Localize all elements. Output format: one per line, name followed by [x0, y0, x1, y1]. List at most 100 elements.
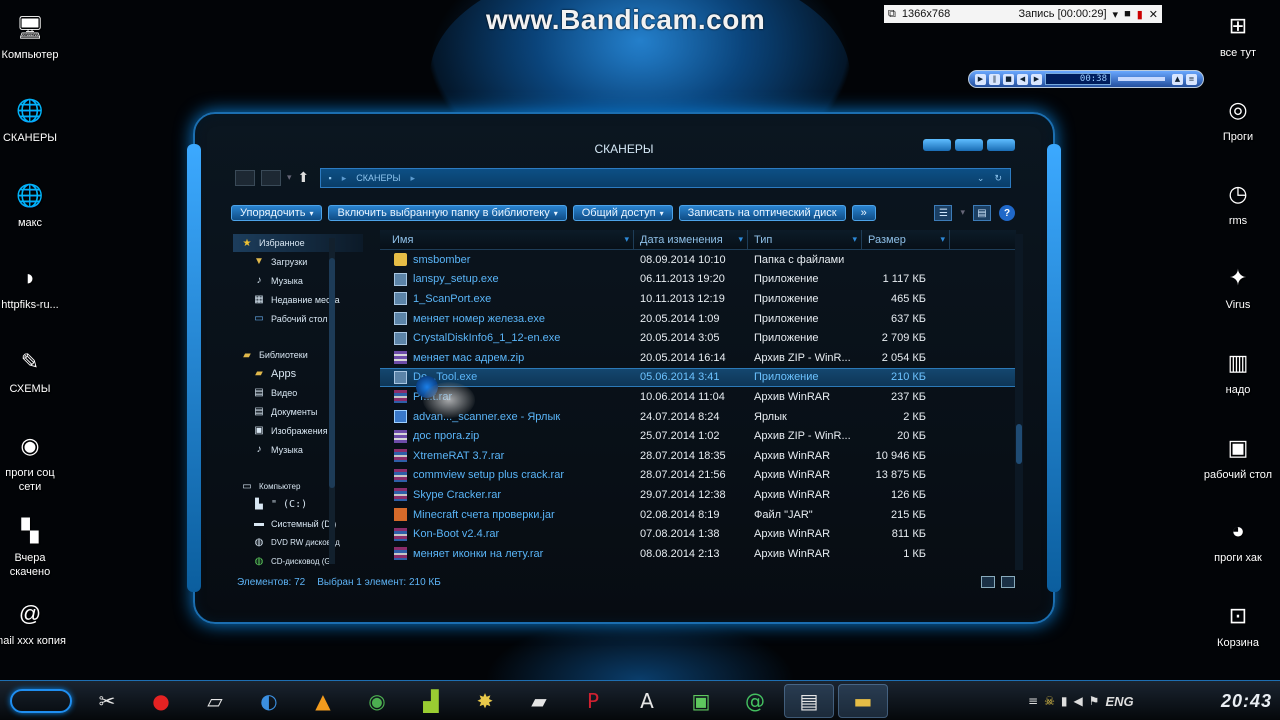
- desktop-icon-downloads[interactable]: ▚ Вчера скачено: [0, 515, 66, 579]
- taskbar-app-notepad[interactable]: ▱: [190, 684, 240, 718]
- burn-button[interactable]: Записать на оптический диск: [678, 205, 846, 221]
- eject-icon[interactable]: ▲: [1172, 73, 1183, 85]
- stop-icon[interactable]: ■: [1003, 73, 1014, 85]
- start-button[interactable]: [10, 689, 72, 713]
- file-row[interactable]: Kon-Boot v2.4.rar 07.08.2014 1:38 Архив Wi…: [380, 524, 1016, 544]
- sidebar-libraries[interactable]: ▰ Библиотеки: [233, 346, 363, 364]
- sidebar-item-drive-d[interactable]: ▬ Системный (D:): [233, 514, 363, 533]
- sidebar-item-pictures[interactable]: ▣ Изображения: [233, 421, 363, 440]
- chevron-down-icon[interactable]: ▾: [624, 234, 629, 245]
- file-row[interactable]: De...Tool.exe 05.06.2014 3:41 Приложение 21…: [380, 367, 1016, 388]
- skull-icon[interactable]: ☠: [1044, 694, 1055, 708]
- sidebar-item-recent[interactable]: ▦ Недавние места: [233, 290, 363, 309]
- column-date[interactable]: Дата изменения ▾: [634, 230, 748, 249]
- taskbar-app-record[interactable]: ●: [136, 684, 186, 718]
- file-row[interactable]: меняет иконки на лету.rar 08.08.2014 2:13…: [380, 544, 1016, 564]
- chevron-down-icon[interactable]: ▾: [940, 234, 945, 245]
- desktop-icon-schemes[interactable]: ✎ СХЕМЫ: [0, 346, 66, 396]
- taskbar-app-chrome[interactable]: ◉: [352, 684, 402, 718]
- taskbar-app-paint[interactable]: ✂: [82, 684, 132, 718]
- desktop-icon-trash[interactable]: ⊡ Корзина: [1202, 600, 1274, 650]
- flag-icon[interactable]: ⚑: [1089, 694, 1100, 708]
- file-row[interactable]: advan..._scanner.exe - Ярлык 24.07.2014 8…: [380, 407, 1016, 427]
- taskbar-app-computer[interactable]: ▣: [676, 684, 726, 718]
- lang-indicator[interactable]: ENG: [1105, 694, 1133, 709]
- refresh-icon[interactable]: ↻: [994, 173, 1002, 184]
- taskbar-app-bitcoin[interactable]: ✸: [460, 684, 510, 718]
- sidebar-item-drive-c[interactable]: ▙ " (C:): [233, 495, 363, 514]
- column-type[interactable]: Тип ▾: [748, 230, 862, 249]
- details-view-icon[interactable]: [981, 576, 995, 588]
- close-button[interactable]: [987, 139, 1015, 151]
- desktop-icon-hack[interactable]: ◕ проги хак: [1202, 515, 1274, 565]
- desktop-icon-virus[interactable]: ✦ Virus: [1202, 262, 1274, 312]
- column-name[interactable]: Имя ▾: [380, 230, 634, 249]
- volume-slider[interactable]: [1118, 77, 1165, 81]
- file-row[interactable]: Minecraft счета проверки.jar 02.08.2014 8…: [380, 505, 1016, 525]
- desktop-icon-desktop[interactable]: ▣ рабочий стол: [1202, 432, 1274, 482]
- chevron-down-icon[interactable]: ▾: [1113, 8, 1119, 21]
- desktop-icon-httpfiks[interactable]: ◗ httpfiks-ru...: [0, 262, 66, 312]
- taskbar-clock[interactable]: 20:43: [1221, 691, 1272, 712]
- menu-icon[interactable]: ≡: [1028, 694, 1038, 708]
- file-row[interactable]: Pr...t.rar10.06.2014 11:04Архив WinRAR23…: [380, 387, 1016, 407]
- taskbar-app-font[interactable]: A: [622, 684, 672, 718]
- sidebar-item-dvd[interactable]: ◍ DVD RW дисковод: [233, 533, 363, 552]
- sidebar-scrollbar[interactable]: [329, 238, 335, 564]
- taskbar-app-mail[interactable]: @: [730, 684, 780, 718]
- next-icon[interactable]: ▶: [1031, 73, 1042, 85]
- column-size[interactable]: Размер ▾: [862, 230, 950, 249]
- file-row[interactable]: Skype Cracker.rar 29.07.2014 12:38 Архив W…: [380, 485, 1016, 505]
- volume-icon[interactable]: ◀: [1073, 694, 1082, 708]
- desktop-icon-mail[interactable]: @ mail xxx копия: [0, 598, 66, 648]
- desktop-icon-maks[interactable]: 🌐 макс: [0, 180, 66, 230]
- close-icon[interactable]: ✕: [1149, 8, 1158, 21]
- record-icon[interactable]: ▮: [1137, 8, 1143, 21]
- desktop-icon-computer[interactable]: 🖥 Компьютер: [0, 12, 66, 62]
- include-library-button[interactable]: Включить выбранную папку в библиотеку ▾: [328, 205, 567, 221]
- tiles-view-icon[interactable]: [1001, 576, 1015, 588]
- address-bar[interactable]: ▪ ▸ СКАНЕРЫ ▸ ⌄ ↻: [319, 168, 1011, 188]
- file-row[interactable]: меняет мас адрем.zip 20.05.2014 16:14 Архи…: [380, 348, 1016, 368]
- taskbar-app-pinterest[interactable]: P: [568, 684, 618, 718]
- breadcrumb[interactable]: СКАНЕРЫ: [356, 173, 400, 183]
- taskbar-app-avast[interactable]: ▲: [298, 684, 348, 718]
- chevron-down-icon[interactable]: ▾: [960, 208, 965, 218]
- more-button[interactable]: »: [851, 205, 876, 221]
- organize-button[interactable]: Упорядочить ▾: [231, 205, 323, 221]
- sidebar-item-music[interactable]: ♪ Музыка: [233, 271, 363, 290]
- pause-icon[interactable]: ‖: [989, 73, 1000, 85]
- file-row[interactable]: CrystalDiskInfo6_1_12-en.exe 20.05.2014 3…: [380, 328, 1016, 348]
- menu-icon[interactable]: ≡: [1186, 73, 1197, 85]
- resize-icon[interactable]: ⧉: [888, 8, 896, 21]
- file-row[interactable]: smsbomber 08.09.2014 10:10 Папка с файлами: [380, 250, 1016, 270]
- file-row[interactable]: XtremeRAT 3.7.rar 28.07.2014 18:35 Архив W…: [380, 446, 1016, 466]
- minimize-button[interactable]: [923, 139, 951, 151]
- sidebar-item-documents[interactable]: ▤ Документы: [233, 402, 363, 421]
- help-button[interactable]: ?: [999, 205, 1015, 221]
- desktop-icon-progi[interactable]: ◎ Проги: [1202, 94, 1274, 144]
- share-button[interactable]: Общий доступ ▾: [572, 205, 673, 221]
- history-dropdown-icon[interactable]: ▾: [287, 173, 292, 183]
- file-list-scrollbar[interactable]: [1015, 234, 1023, 570]
- chevron-down-icon[interactable]: ⌄: [977, 173, 985, 184]
- desktop-icon-social[interactable]: ◉ проги соц сети: [0, 430, 66, 494]
- forward-button[interactable]: [261, 170, 281, 186]
- taskbar-app-explorer[interactable]: ▤: [784, 684, 834, 718]
- up-arrow-icon[interactable]: ⬆: [298, 170, 314, 186]
- sidebar-item-cd[interactable]: ◍ CD-дисковод (G:: [233, 552, 363, 571]
- file-row[interactable]: дос прога.zip 25.07.2014 1:02 Архив ZIP - …: [380, 426, 1016, 446]
- file-row[interactable]: 1_ScanPort.exe 10.11.2013 12:19 Приложение…: [380, 289, 1016, 309]
- desktop-icon-nado[interactable]: ▥ надо: [1202, 347, 1274, 397]
- taskbar-app-chart[interactable]: ▟: [406, 684, 456, 718]
- chevron-down-icon[interactable]: ▾: [738, 234, 743, 245]
- desktop-icon-scanners[interactable]: 🌐 СКАНЕРЫ: [0, 95, 66, 145]
- prev-icon[interactable]: ◀: [1017, 73, 1028, 85]
- file-row[interactable]: меняет номер железа.exe 20.05.2014 1:09 Пр…: [380, 309, 1016, 329]
- sidebar-item-downloads[interactable]: ▼ Загрузки: [233, 252, 363, 271]
- network-icon[interactable]: ▮: [1061, 694, 1068, 708]
- chevron-down-icon[interactable]: ▾: [852, 234, 857, 245]
- view-icon[interactable]: ☰: [934, 205, 953, 221]
- sidebar-item-music-lib[interactable]: ♪ Музыка: [233, 440, 363, 459]
- file-row[interactable]: lanspy_setup.exe 06.11.2013 19:20 Приложен…: [380, 270, 1016, 290]
